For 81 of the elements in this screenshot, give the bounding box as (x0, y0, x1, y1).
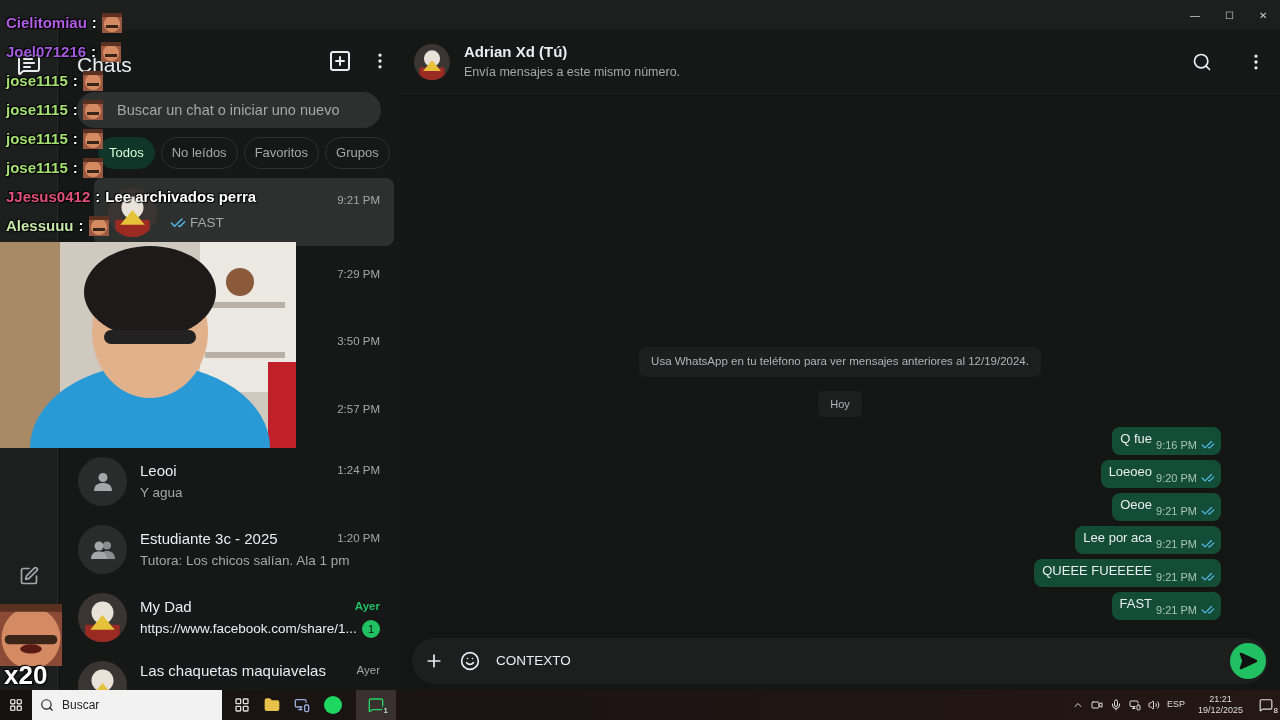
chat-time: 1:20 PM (337, 531, 380, 547)
sticker-icon[interactable] (460, 651, 480, 671)
chat-time: Ayer (356, 663, 380, 679)
search-icon (40, 698, 54, 712)
filter-chip[interactable]: Todos (98, 137, 155, 169)
close-button[interactable]: ✕ (1246, 5, 1280, 25)
chat-item[interactable]: Estudiante 3c - 2025 1:20 PM Tutora: Los chicos salían. Ala 1 pm (64, 516, 394, 584)
whatsapp-taskbar-button[interactable]: 1 (356, 690, 396, 720)
message-time: 9:21 PM (1156, 537, 1197, 551)
new-chat-icon[interactable] (328, 49, 352, 73)
chat-username: Cielitomiau (6, 15, 87, 30)
chat-separator: : (95, 189, 101, 204)
chat-time: Ayer (354, 599, 380, 615)
minimize-button[interactable]: — (1178, 5, 1212, 25)
message-time: 9:21 PM (1156, 504, 1197, 518)
taskbar-badge: 1 (381, 705, 390, 717)
chat-separator: : (72, 160, 78, 175)
language-indicator[interactable]: ESP (1166, 698, 1185, 712)
contact-name: Adrian Xd (Tú) (464, 41, 569, 62)
contact-subtitle: Envía mensajes a este mismo número. (464, 64, 682, 82)
chat-name: Las chaquetas maquiavelas (140, 660, 326, 681)
chat-time: 1:24 PM (337, 463, 380, 479)
people-icon (90, 541, 115, 559)
composer-bar[interactable]: CONTEXTO (412, 638, 1268, 684)
chat-separator: : (78, 218, 84, 233)
unread-count: 1 (362, 620, 380, 638)
emote-counter: x20 (4, 662, 48, 688)
notification-count: 8 (1273, 705, 1278, 717)
message-text: Oeoe (1120, 497, 1153, 513)
history-notice: Usa WhatsApp en tu teléfono para ver mensajes anteriores al 12/19/2024. (639, 347, 1041, 377)
message-time: 9:16 PM (1156, 438, 1197, 452)
search-field[interactable]: Buscar un chat o iniciar uno nuevo (77, 92, 381, 128)
chat-preview: FAST (190, 213, 225, 232)
send-button[interactable] (1230, 643, 1266, 679)
chat-time: 9:21 PM (337, 193, 380, 209)
chat-username: JJesus0412 (6, 189, 91, 204)
app-icon[interactable] (294, 697, 310, 713)
notifications-button[interactable]: 8 (1256, 695, 1276, 715)
chat-username: jose1115 (6, 102, 68, 117)
task-view-icon[interactable] (234, 697, 250, 713)
camera-icon[interactable] (1090, 699, 1103, 711)
chat-username: jose1115 (6, 131, 68, 146)
chat-time: 3:50 PM (337, 334, 380, 350)
chat-username: Alessuuu (6, 218, 74, 233)
message-text: QUEEE FUEEEEE (1042, 563, 1153, 579)
date-chip: Hoy (818, 390, 862, 417)
volume-icon[interactable] (1147, 699, 1160, 711)
start-icon[interactable] (9, 698, 23, 712)
message-text: FAST (1119, 596, 1153, 612)
chat-time: 2:57 PM (337, 401, 380, 417)
message-text: Q fue (1120, 431, 1153, 447)
chat-edit-icon[interactable] (18, 566, 39, 586)
message-time: 9:21 PM (1156, 603, 1197, 617)
chat-username: jose1115 (6, 73, 68, 88)
chat-separator: : (72, 131, 78, 146)
notification-icon (1259, 698, 1273, 712)
chat-name: My Dad (140, 596, 192, 617)
chat-separator: : (91, 15, 97, 30)
taskbar-search[interactable]: Buscar (32, 690, 222, 720)
search-icon[interactable] (1192, 51, 1212, 72)
chat-preview: Tutora: Los chicos salían. Ala 1 pm (140, 551, 351, 570)
chat-separator: : (72, 102, 78, 117)
chat-preview: https://www.facebook.com/share/1... (140, 619, 358, 638)
message-time: 9:21 PM (1156, 570, 1197, 584)
chat-username: jose1115 (6, 160, 68, 175)
chat-item[interactable]: Leooi 1:24 PM Y agua (64, 448, 394, 516)
microphone-icon[interactable] (1109, 699, 1122, 711)
person-icon (93, 473, 112, 491)
chat-separator: : (72, 73, 78, 88)
message-text: Loeoeo (1108, 464, 1153, 480)
chat-item[interactable]: My Dad Ayer https://www.facebook.com/share/1... 1 (64, 584, 394, 652)
clock[interactable]: 21:21 19/12/2025 (1191, 694, 1249, 716)
maximize-button[interactable]: ☐ (1212, 5, 1246, 25)
chat-name: Leooi (140, 460, 177, 481)
chat-name: Estudiante 3c - 2025 (140, 528, 278, 549)
chat-time: 7:29 PM (337, 267, 380, 282)
message-time: 9:20 PM (1156, 471, 1197, 485)
message-text: Lee por aca (1083, 530, 1153, 546)
chat-preview: Y agua (140, 483, 184, 502)
send-icon (1238, 651, 1258, 671)
folder-icon[interactable] (264, 697, 280, 713)
